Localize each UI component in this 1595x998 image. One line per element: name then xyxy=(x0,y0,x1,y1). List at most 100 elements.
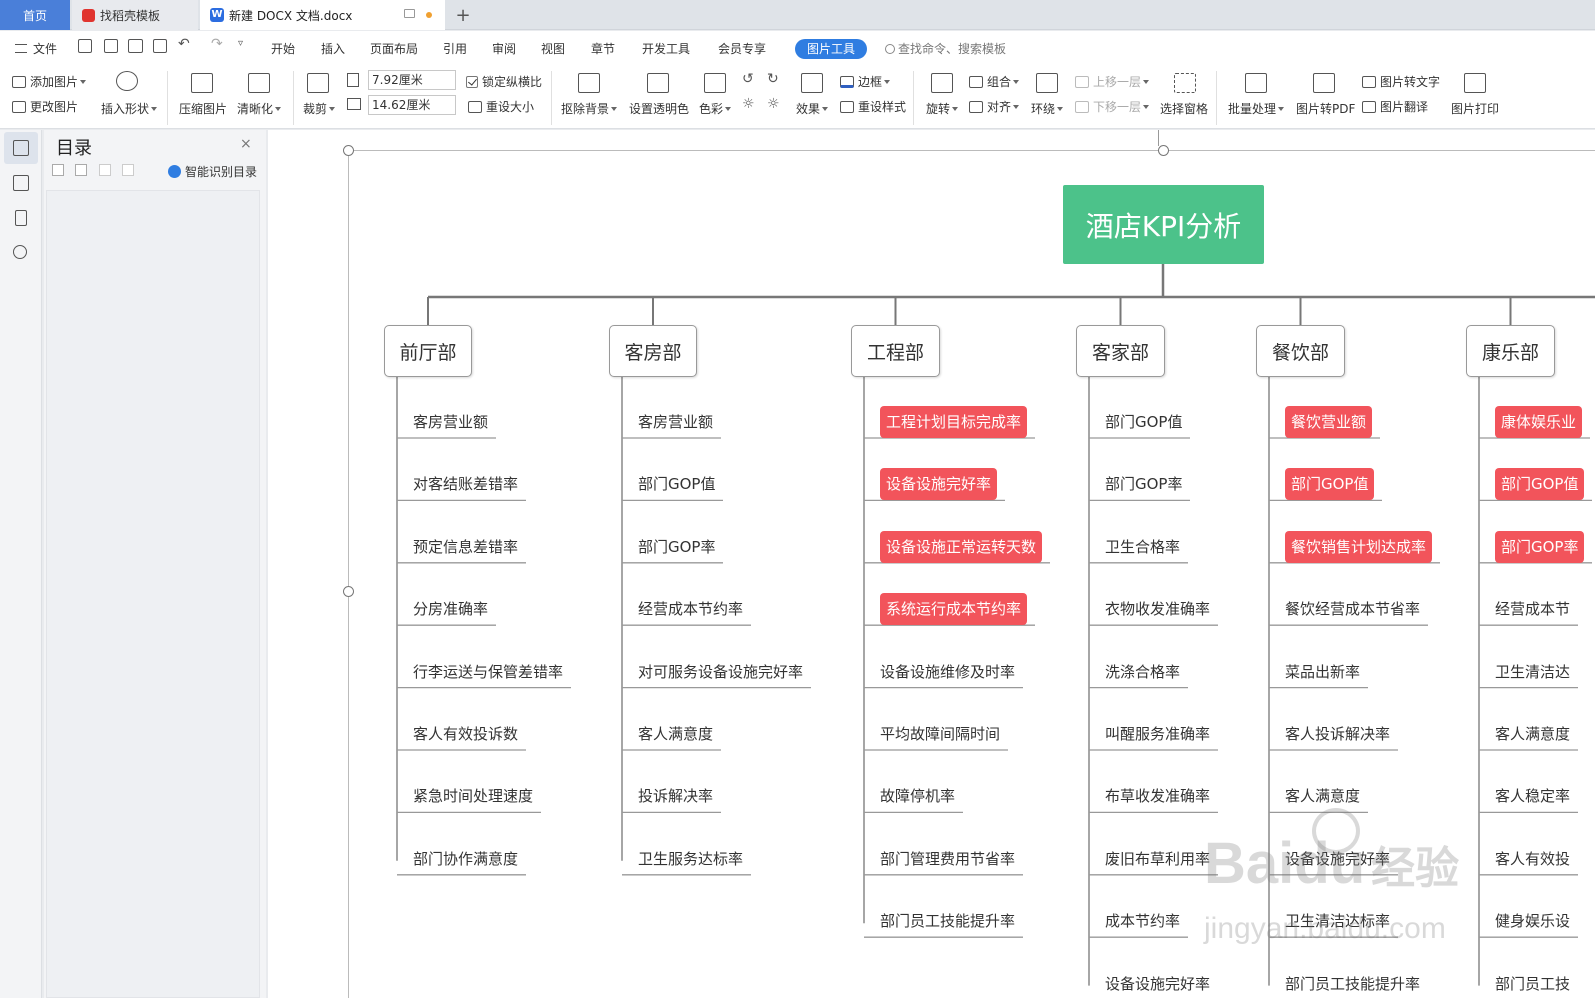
redo-icon[interactable]: ↷ xyxy=(211,36,223,52)
kpi-item: 部门GOP值 xyxy=(1105,413,1183,431)
compress-image-label: 压缩图片 xyxy=(179,102,228,116)
menu-file[interactable]: 文件 xyxy=(15,40,57,57)
menu-insert[interactable]: 插入 xyxy=(321,40,345,57)
expand-all-icon[interactable] xyxy=(52,164,64,176)
batch-process-button[interactable]: 批量处理 xyxy=(1228,100,1284,117)
collapse-all-icon[interactable] xyxy=(75,164,87,176)
menu-developer[interactable]: 开发工具 xyxy=(642,40,690,57)
baidu-paw-icon xyxy=(1312,808,1360,854)
bookmark-icon[interactable] xyxy=(15,210,27,226)
export-pdf-icon[interactable] xyxy=(104,39,118,53)
toc-icon[interactable] xyxy=(13,140,29,156)
compress-image-button[interactable]: 压缩图片 xyxy=(179,100,227,117)
kpi-item: 行李运送与保管差错率 xyxy=(413,662,564,681)
set-transparent-label: 设置透明色 xyxy=(629,102,690,116)
send-backward-button[interactable]: 下移一层 xyxy=(1075,98,1149,115)
set-transparent-button[interactable]: 设置透明色 xyxy=(629,100,689,117)
image-translate-button[interactable]: 图片翻译 xyxy=(1362,98,1428,115)
search-icon[interactable] xyxy=(13,245,27,259)
sharpen-button[interactable]: 清晰化 xyxy=(237,100,281,117)
insert-shape-button[interactable]: 插入形状 xyxy=(101,100,157,117)
kpi-item: 菜品出新率 xyxy=(1285,662,1361,681)
kpi-item: 部门GOP率 xyxy=(1105,475,1183,494)
menu-section[interactable]: 章节 xyxy=(591,40,615,57)
menu-view[interactable]: 视图 xyxy=(541,40,565,57)
align-button[interactable]: 对齐 xyxy=(969,98,1019,115)
monitor-icon[interactable] xyxy=(404,9,415,18)
print-icon[interactable] xyxy=(128,39,143,53)
crop-button[interactable]: 裁剪 xyxy=(303,100,335,117)
rotate-right-icon[interactable]: ↻ xyxy=(767,71,779,87)
tab-document[interactable]: W 新建 DOCX 文档.docx xyxy=(200,0,445,30)
save-icon[interactable] xyxy=(78,39,92,53)
menu-picture-tools[interactable]: 图片工具 xyxy=(795,39,867,59)
image-to-text-button[interactable]: 图片转文字 xyxy=(1362,73,1440,90)
kpi-item: 部门GOP率 xyxy=(638,537,716,556)
kpi-item: 平均故障间隔时间 xyxy=(880,725,1001,743)
selection-pane-button[interactable]: 选择窗格 xyxy=(1160,100,1208,117)
image-height-input[interactable]: 14.62厘米 xyxy=(368,95,456,115)
add-image-button[interactable]: 添加图片 xyxy=(12,73,86,90)
effects-button[interactable]: 效果 xyxy=(796,100,828,117)
color-icon xyxy=(704,73,726,93)
close-icon[interactable]: × xyxy=(240,136,252,152)
group-button[interactable]: 组合 xyxy=(969,73,1019,90)
color-button[interactable]: 色彩 xyxy=(699,100,731,117)
reset-style-button[interactable]: 重设样式 xyxy=(840,98,906,115)
image-to-text-label: 图片转文字 xyxy=(1380,75,1441,89)
wrap-text-button[interactable]: 环绕 xyxy=(1031,100,1063,117)
watermark-jingyan: 经验 xyxy=(1371,843,1460,894)
image-print-button[interactable]: 图片打印 xyxy=(1451,100,1499,117)
menu-start[interactable]: 开始 xyxy=(271,40,295,57)
tab-home-label: 首页 xyxy=(22,8,47,23)
new-tab-button[interactable]: + xyxy=(452,0,474,30)
smart-toc-button[interactable]: 智能识别目录 xyxy=(168,163,257,180)
department-node: 客家部 xyxy=(1076,325,1165,377)
width-icon xyxy=(347,73,359,87)
kpi-item: 部门协作满意度 xyxy=(413,849,519,868)
org-chart-root: 酒店KPI分析 xyxy=(1063,185,1264,264)
kpi-item: 对可服务设备设施完好率 xyxy=(638,662,804,681)
chapter-nav-icon[interactable] xyxy=(13,175,29,191)
menu-references[interactable]: 引用 xyxy=(443,40,467,57)
kpi-item: 部门GOP值 xyxy=(1285,468,1375,501)
rotate-button[interactable]: 旋转 xyxy=(926,100,958,117)
rotate-left-icon[interactable]: ↺ xyxy=(742,71,754,87)
lock-ratio-checkbox[interactable]: 锁定纵横比 xyxy=(466,73,542,90)
border-button[interactable]: 边框 xyxy=(840,73,890,90)
command-search[interactable]: 查找命令、搜索模板 xyxy=(885,40,1006,57)
kpi-item: 分房准确率 xyxy=(413,600,489,619)
image-width-input[interactable]: 7.92厘米 xyxy=(368,70,456,90)
toc-panel: 目录 × 智能识别目录 xyxy=(44,130,266,998)
tab-home[interactable]: 首页 xyxy=(0,0,70,30)
tab-bar: 首页 找稻壳模板 W 新建 DOCX 文档.docx + xyxy=(0,0,1595,30)
kpi-item: 卫生服务达标率 xyxy=(638,849,744,868)
menu-member[interactable]: 会员专享 xyxy=(718,40,766,57)
image-to-pdf-label: 图片转PDF xyxy=(1296,102,1356,116)
change-image-button[interactable]: 更改图片 xyxy=(12,98,78,115)
brightness-up-icon[interactable]: ☼ xyxy=(742,96,755,112)
reset-style-label: 重设样式 xyxy=(858,100,907,114)
batch-process-label: 批量处理 xyxy=(1228,102,1277,116)
kpi-item: 紧急时间处理速度 xyxy=(413,787,534,806)
menu-review[interactable]: 审阅 xyxy=(492,40,516,57)
menu-page-layout[interactable]: 页面布局 xyxy=(370,40,418,57)
smart-toc-label: 智能识别目录 xyxy=(185,165,258,179)
reset-size-button[interactable]: 重设大小 xyxy=(468,98,534,115)
customize-dropdown-icon[interactable]: ▿ xyxy=(238,38,243,49)
demote-level-icon[interactable] xyxy=(122,164,134,176)
kpi-item: 客人有效投 xyxy=(1495,849,1571,868)
menu-file-label: 文件 xyxy=(33,42,58,56)
bring-forward-label: 上移一层 xyxy=(1093,75,1142,89)
bring-forward-button[interactable]: 上移一层 xyxy=(1075,73,1149,90)
image-to-pdf-button[interactable]: 图片转PDF xyxy=(1296,100,1355,117)
tab-template[interactable]: 找稻壳模板 xyxy=(72,0,198,30)
print-preview-icon[interactable] xyxy=(153,39,167,53)
brightness-down-icon[interactable]: ☼ xyxy=(767,96,780,112)
crop-label: 裁剪 xyxy=(303,102,328,116)
undo-icon[interactable]: ↶ xyxy=(178,36,190,52)
send-backward-icon xyxy=(1075,100,1089,113)
remove-background-button[interactable]: 抠除背景 xyxy=(561,100,617,117)
toc-list xyxy=(46,190,260,998)
promote-level-icon[interactable] xyxy=(99,164,111,176)
